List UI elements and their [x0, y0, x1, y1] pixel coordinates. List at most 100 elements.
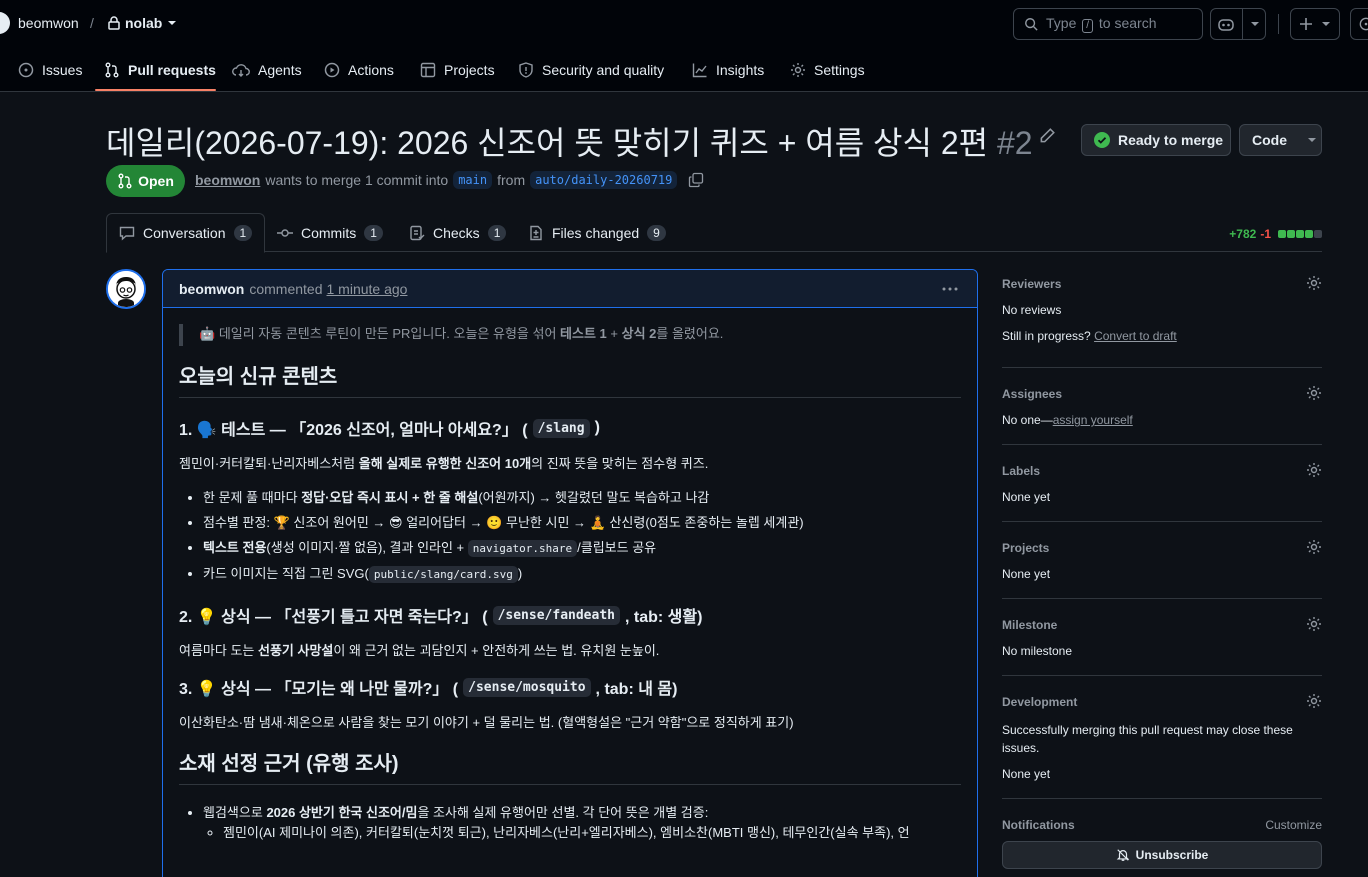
caret-down-icon: [1322, 22, 1330, 26]
list-item: 젬민이(AI 제미나이 의존), 커터칼퇴(눈치껏 퇴근), 난리자베스(난리+…: [223, 823, 961, 843]
comment-body: 🤖 데일리 자동 콘텐츠 루틴이 만든 PR입니다. 오늘은 유형을 섞어 테스…: [163, 308, 977, 843]
app-header: beomwon / nolab Type / to search Issues: [0, 0, 1368, 92]
head-branch[interactable]: auto/daily-20260719: [530, 171, 678, 189]
gear-icon[interactable]: [1306, 693, 1322, 709]
nav-insights[interactable]: Insights: [692, 48, 764, 92]
search-shortcut-key: /: [1082, 19, 1094, 33]
pr-meta: beomwon wants to merge 1 commit into mai…: [195, 171, 704, 189]
comment-header: beomwon commented 1 minute ago: [163, 270, 977, 308]
agents-icon: [232, 64, 250, 77]
list-item: 카드 이미지는 직접 그린 SVG(public/slang/card.svg): [203, 564, 961, 585]
nav-settings[interactable]: Settings: [790, 48, 865, 92]
comment-icon: [119, 226, 135, 241]
check-circle-icon: [1094, 132, 1110, 148]
kebab-menu-icon[interactable]: [941, 280, 959, 298]
tab-files-changed[interactable]: Files changed 9: [528, 213, 666, 252]
issue-icon: [1359, 17, 1368, 31]
breadcrumb-separator: /: [90, 15, 94, 31]
customize-link[interactable]: Customize: [1265, 818, 1322, 832]
section-1-desc: 젬민이·커터칼퇴·난리자베스처럼 올해 실제로 유행한 신조어 10개의 진짜 …: [179, 456, 709, 471]
copy-icon[interactable]: [688, 172, 704, 188]
search-icon: [1025, 18, 1038, 31]
status-badge: Open: [106, 165, 185, 197]
basis-sublist: 젬민이(AI 제미나이 의존), 커터칼퇴(눈치껏 퇴근), 난리자베스(난리+…: [203, 823, 961, 843]
sidebar-labels: Labels None yet: [1002, 445, 1322, 522]
gear-icon[interactable]: [1306, 462, 1322, 478]
heading-new-content: 오늘의 신규 콘텐츠: [179, 360, 961, 398]
caret-down-icon: [168, 21, 177, 25]
diff-deletions: -1: [1260, 227, 1271, 241]
create-new-button[interactable]: [1290, 8, 1340, 40]
play-icon: [324, 62, 340, 78]
nav-pull-requests[interactable]: Pull requests: [104, 48, 216, 92]
diffstat: +782 -1: [1229, 227, 1322, 241]
comment-author[interactable]: beomwon: [179, 281, 244, 297]
shield-icon: [519, 62, 533, 78]
tab-conversation[interactable]: Conversation 1: [106, 213, 266, 253]
convert-to-draft-link[interactable]: Convert to draft: [1094, 329, 1177, 343]
tab-count: 1: [487, 224, 507, 241]
nav-issues[interactable]: Issues: [18, 48, 82, 92]
list-item: 웹검색으로 2026 상반기 한국 신조어/밈을 조사해 실제 유행어만 선별.…: [203, 803, 961, 843]
ready-to-merge-button[interactable]: Ready to merge: [1081, 124, 1231, 156]
gear-icon[interactable]: [1306, 385, 1322, 401]
header-divider: [1278, 14, 1279, 34]
copilot-button[interactable]: [1210, 8, 1266, 40]
pr-title: 데일리(2026-07-19): 2026 신조어 뜻 맞히기 퀴즈 + 여름 …: [106, 125, 1033, 161]
unsubscribe-button[interactable]: Unsubscribe: [1002, 841, 1322, 869]
header-top: beomwon / nolab Type / to search: [0, 0, 1368, 48]
bell-slash-icon: [1116, 849, 1129, 861]
issues-shortcut-button[interactable]: [1350, 8, 1368, 40]
section-3-desc: 이산화탄소·땀 냄새·체온으로 사람을 찾는 모기 이야기 + 덜 물리는 법.…: [179, 715, 794, 730]
tab-count: 1: [233, 225, 253, 241]
tab-commits[interactable]: Commits 1: [277, 213, 383, 252]
avatar[interactable]: [106, 269, 146, 309]
issue-icon: [18, 62, 34, 78]
comment-timestamp[interactable]: 1 minute ago: [327, 281, 408, 297]
repo-name: nolab: [125, 15, 163, 31]
gear-icon[interactable]: [1306, 616, 1322, 632]
sidebar-assignees: Assignees No one—assign yourself: [1002, 368, 1322, 445]
diffstat-bar: [1277, 230, 1322, 238]
caret-down-icon: [1250, 22, 1259, 26]
comment-box: beomwon commented 1 minute ago 🤖 데일리 자동 …: [162, 269, 978, 877]
gear-icon[interactable]: [1306, 539, 1322, 555]
gear-icon[interactable]: [1306, 275, 1322, 291]
heading-section-3: 3. 💡 상식 — 「모기는 왜 나만 물까?」 (/sense/mosquit…: [179, 677, 678, 698]
sidebar: Reviewers No reviews Still in progress? …: [1002, 269, 1322, 869]
file-diff-icon: [530, 225, 542, 240]
base-branch[interactable]: main: [453, 171, 493, 189]
breadcrumb-repo[interactable]: nolab: [108, 15, 177, 31]
plus-icon: [1300, 18, 1312, 30]
gear-icon: [791, 63, 805, 77]
nav-projects[interactable]: Projects: [420, 48, 495, 92]
pencil-icon[interactable]: [1038, 127, 1056, 145]
heading-section-2: 2. 💡 상식 — 「선풍기 틀고 자면 죽는다?」 (/sense/fande…: [179, 605, 703, 626]
sidebar-reviewers: Reviewers No reviews Still in progress? …: [1002, 269, 1322, 368]
github-logo-icon[interactable]: [0, 12, 10, 34]
code-button[interactable]: Code: [1239, 124, 1322, 156]
section-2-desc: 여름마다 도는 선풍기 사망설이 왜 근거 없는 괴담인지 + 안전하게 쓰는 …: [179, 643, 660, 658]
section-1-list: 한 문제 풀 때마다 정답·오답 즉시 표시 + 한 줄 해설(어원까지) → …: [179, 488, 961, 585]
pull-request-icon: [105, 62, 119, 78]
tab-count: 9: [647, 224, 666, 241]
pull-request-icon: [118, 173, 132, 189]
pr-tabs: Conversation 1 Commits 1 Checks 1 Files …: [106, 213, 1322, 253]
tab-checks[interactable]: Checks 1: [409, 213, 507, 252]
sidebar-milestone: Milestone No milestone: [1002, 599, 1322, 676]
search-placeholder: Type / to search: [1046, 15, 1157, 33]
list-item: 점수별 판정: 🏆 신조어 원어민 → 😎 얼리어답터 → 🙂 무난한 시민 →…: [203, 513, 961, 533]
pr-author-link[interactable]: beomwon: [195, 172, 260, 188]
checklist-icon: [410, 225, 425, 240]
list-item: 한 문제 풀 때마다 정답·오답 즉시 표시 + 한 줄 해설(어원까지) → …: [203, 488, 961, 508]
nav-actions[interactable]: Actions: [324, 48, 394, 92]
search-input[interactable]: Type / to search: [1013, 8, 1203, 40]
list-item: 텍스트 전용(생성 이미지·짤 없음), 결과 인라인 + navigator.…: [203, 538, 961, 559]
nav-security[interactable]: Security and quality: [518, 48, 664, 92]
blockquote: 🤖 데일리 자동 콘텐츠 루틴이 만든 PR입니다. 오늘은 유형을 섞어 테스…: [179, 324, 961, 346]
commit-icon: [277, 228, 293, 237]
nav-agents[interactable]: Agents: [232, 48, 302, 92]
breadcrumb-owner[interactable]: beomwon: [18, 15, 79, 31]
assign-yourself-link[interactable]: assign yourself: [1053, 413, 1133, 427]
heading-section-1: 1. 🗣️ 테스트 — 「2026 신조어, 얼마나 아세요?」 (/slang…: [179, 418, 600, 439]
